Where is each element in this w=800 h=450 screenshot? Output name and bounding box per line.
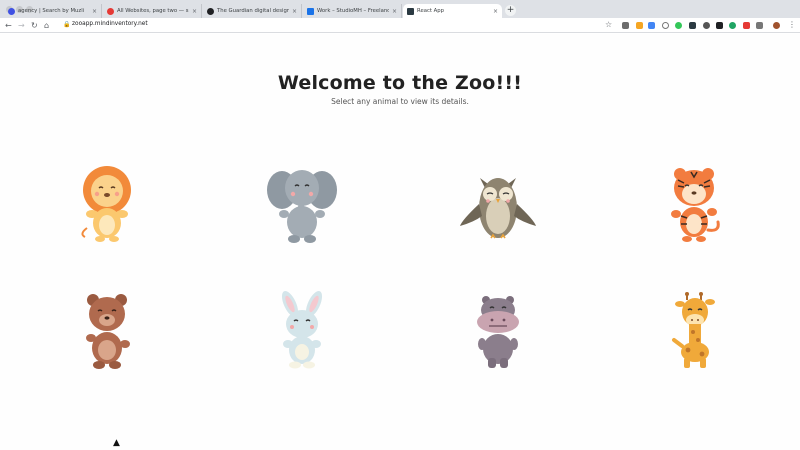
extension-icon[interactable]	[703, 22, 710, 29]
new-tab-button[interactable]: +	[505, 5, 516, 16]
tab-title: All Websites, page two — sites	[117, 8, 189, 14]
tab-title: agency | Search by Muzli	[18, 8, 85, 14]
tab-title: React App	[417, 8, 444, 14]
extension-icon[interactable]	[675, 22, 682, 29]
animal-card-tiger[interactable]	[654, 164, 734, 244]
lock-icon[interactable]: 🔒	[63, 21, 70, 28]
extension-icon[interactable]	[743, 22, 750, 29]
extension-icon[interactable]	[729, 22, 736, 29]
browser-tab[interactable]: All Websites, page two — sites ×	[103, 4, 202, 18]
extension-icon[interactable]	[662, 22, 669, 29]
animal-card-giraffe[interactable]	[654, 290, 734, 370]
extension-icon[interactable]	[648, 22, 655, 29]
browser-tab[interactable]: agency | Search by Muzli ×	[4, 4, 102, 18]
lion-icon	[81, 166, 131, 242]
animal-card-rabbit[interactable]	[262, 290, 342, 370]
tab-close-icon[interactable]: ×	[292, 8, 297, 15]
tab-favicon-icon	[8, 7, 15, 15]
page-title: Welcome to the Zoo!!!	[277, 72, 523, 94]
profile-avatar[interactable]	[773, 22, 780, 29]
page-subtitle: Select any animal to view its details.	[331, 97, 469, 106]
rabbit-icon	[281, 291, 323, 369]
extension-icon[interactable]	[622, 22, 629, 29]
tab-title: Work – StudioMH – Freelance D	[317, 8, 389, 14]
home-icon[interactable]: ⌂	[44, 20, 49, 31]
bear-icon	[86, 294, 130, 369]
tab-favicon-icon	[107, 7, 114, 15]
extension-icon[interactable]	[716, 22, 723, 29]
back-arrow-icon[interactable]: ←	[5, 20, 12, 31]
elephant-icon	[267, 170, 337, 243]
tab-close-icon[interactable]: ×	[92, 8, 97, 15]
owl-icon	[460, 178, 536, 239]
address-bar[interactable]: zooapp.mindinventory.net	[72, 21, 148, 27]
animal-card-owl[interactable]	[458, 164, 538, 244]
zoo-page: Welcome to the Zoo!!! Select any animal …	[0, 34, 800, 450]
tab-favicon-icon	[307, 7, 314, 15]
browser-tab[interactable]: The Guardian digital design stu ×	[203, 4, 302, 18]
animal-card-lion[interactable]	[67, 164, 147, 244]
tab-close-icon[interactable]: ×	[192, 8, 197, 15]
browser-tab[interactable]: Work – StudioMH – Freelance D ×	[303, 4, 402, 18]
tab-close-icon[interactable]: ×	[493, 8, 498, 15]
extension-icon[interactable]	[689, 22, 696, 29]
bookmark-star-icon[interactable]: ☆	[605, 20, 612, 29]
browser-tab-active[interactable]: React App ×	[403, 4, 502, 18]
tab-favicon-icon	[207, 7, 214, 15]
forward-arrow-icon[interactable]: →	[18, 20, 25, 31]
tab-favicon-icon	[407, 7, 414, 15]
animal-card-hippo[interactable]	[458, 290, 538, 370]
hippo-icon	[477, 296, 519, 368]
extension-icon[interactable]	[636, 22, 643, 29]
reload-icon[interactable]: ↻	[31, 20, 38, 31]
giraffe-icon	[672, 292, 715, 368]
browser-tab-strip: agency | Search by Muzli × All Websites,…	[0, 0, 800, 18]
browser-toolbar: ← → ↻ ⌂ 🔒 zooapp.mindinventory.net ☆ ⋮	[0, 18, 800, 33]
tab-close-icon[interactable]: ×	[392, 8, 397, 15]
tab-title: The Guardian digital design stu	[217, 8, 289, 14]
animal-card-elephant[interactable]	[262, 164, 342, 244]
tiger-icon	[671, 168, 720, 242]
mouse-cursor-icon: ▲	[113, 438, 120, 448]
browser-menu-icon[interactable]: ⋮	[788, 20, 796, 29]
animal-card-bear[interactable]	[67, 290, 147, 370]
extension-icon[interactable]	[756, 22, 763, 29]
